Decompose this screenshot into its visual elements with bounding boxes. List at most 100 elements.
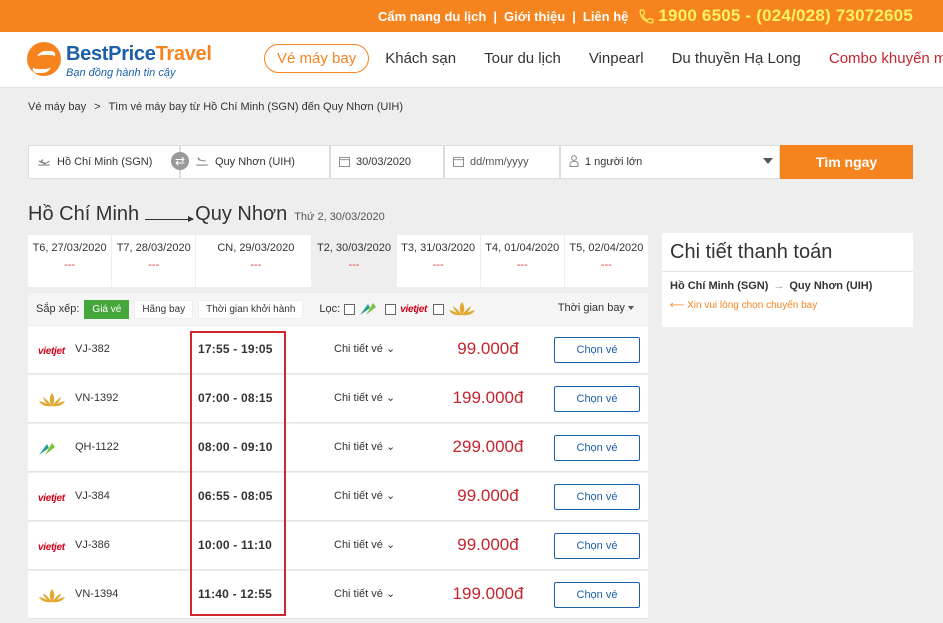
date-tab[interactable]: CN, 29/03/2020 --- [196,235,313,287]
logo-mark-icon [27,42,61,76]
flight-row[interactable]: QH-1122 08:00 - 09:10 Chi tiết vé ⌄ 299.… [28,424,648,472]
flight-code: VJ-382 [75,343,110,355]
header: BestPriceTravel Bạn đồng hành tin cậy Vé… [0,32,943,88]
logo-tagline: Bạn đồng hành tin cậy [66,67,176,79]
payment-note: ⟵ Xin vui lòng chọn chuyến bay [670,300,818,311]
passenger-value: 1 người lớn [585,156,643,168]
nav-item-vinpearl[interactable]: Vinpearl [589,50,644,67]
ticket-detail-toggle[interactable]: Chi tiết vé ⌄ [334,342,395,355]
nav-item-cruise[interactable]: Du thuyền Hạ Long [672,50,801,67]
chevron-down-icon: ⌄ [385,441,396,453]
separator: | [572,8,576,24]
calendar-icon [339,155,350,170]
flight-row[interactable]: VN-1392 07:00 - 08:15 Chi tiết vé ⌄ 199.… [28,375,648,423]
choose-ticket-button[interactable]: Chọn vé [554,337,640,363]
ticket-detail-toggle[interactable]: Chi tiết vé ⌄ [334,391,395,404]
lotus-logo-icon [38,586,78,606]
flight-code: QH-1122 [75,441,119,453]
divider [662,271,913,272]
airline-filter: Lọc: vietjet [319,301,476,317]
return-date-placeholder: dd/mm/yyyy [470,156,529,168]
lotus-logo-icon [449,302,476,316]
vietjet-logo-icon: vietjet [38,541,65,553]
nav-item-flights[interactable]: Vé máy bay [264,43,370,73]
choose-ticket-button[interactable]: Chọn vé [554,435,640,461]
origin-field[interactable]: Hồ Chí Minh (SGN) [28,145,180,179]
date-tab[interactable]: T7, 28/03/2020 --- [112,235,197,287]
filter-vna-checkbox[interactable] [433,303,445,315]
phone-number: 1900 6505 - (024/028) 73072605 [658,6,913,25]
search-button[interactable]: Tìm ngay [780,145,913,179]
vietjet-logo-icon: vietjet [400,303,428,315]
arrow-right-icon: → [773,280,785,292]
flight-price: 99.000đ [457,535,519,554]
hotline[interactable]: 1900 6505 - (024/028) 73072605 [638,6,913,26]
flight-row[interactable]: vietjet VJ-382 17:55 - 19:05 Chi tiết vé… [28,326,648,374]
chevron-down-icon: ⌄ [385,343,396,355]
passenger-select[interactable]: 1 người lớn [560,145,780,179]
lotus-logo-icon [38,390,78,410]
about-link[interactable]: Giới thiệu [504,9,565,24]
ticket-detail-toggle[interactable]: Chi tiết vé ⌄ [334,489,395,502]
choose-ticket-button[interactable]: Chọn vé [554,386,640,412]
guide-link[interactable]: Cẩm nang du lịch [378,9,486,24]
choose-ticket-button[interactable]: Chọn vé [554,484,640,510]
vietjet-logo-icon: vietjet [38,492,65,504]
flight-code: VN-1394 [75,588,119,600]
nav-item-combo[interactable]: Combo khuyến mại [829,50,943,67]
top-bar: Cẩm nang du lịch | Giới thiệu | Liên hệ … [0,0,943,32]
flight-code: VN-1392 [75,392,119,404]
breadcrumb-separator: > [94,101,101,113]
chevron-down-icon: ⌄ [385,392,396,404]
filter-vietjet-checkbox[interactable] [385,303,397,315]
person-icon [569,154,579,170]
depart-date-value: 30/03/2020 [356,156,412,168]
vietjet-logo-icon: vietjet [38,345,65,357]
payment-panel: Chi tiết thanh toán Hồ Chí Minh (SGN) → Qu… [662,233,913,327]
chevron-down-icon: ⌄ [385,490,396,502]
swap-icon[interactable]: ⇄ [171,152,189,170]
bamboo-logo-icon [360,303,377,315]
nav-item-tours[interactable]: Tour du lịch [484,50,561,67]
chevron-down-icon [763,158,773,164]
depart-date-field[interactable]: 30/03/2020 [330,145,444,179]
breadcrumb-home[interactable]: Vé máy bay [28,101,86,113]
sort-flight-time[interactable]: Thời gian bay [558,302,634,314]
top-links: Cẩm nang du lịch | Giới thiệu | Liên hệ … [378,0,913,32]
contact-link[interactable]: Liên hệ [583,9,629,24]
time-highlight-box [190,331,286,616]
arrow-left-icon: ⟵ [670,300,688,311]
choose-ticket-button[interactable]: Chọn vé [554,533,640,559]
route-date: Thứ 2, 30/03/2020 [294,211,385,223]
return-date-field[interactable]: dd/mm/yyyy [444,145,560,179]
filter-bamboo-checkbox[interactable] [344,303,356,315]
route-destination: Quy Nhơn [195,203,288,225]
destination-value: Quy Nhơn (UIH) [215,156,295,168]
date-tab[interactable]: T3, 31/03/2020 --- [397,235,481,287]
payment-title: Chi tiết thanh toán [670,241,833,263]
date-tab-selected[interactable]: T2, 30/03/2020 --- [312,235,397,287]
takeoff-icon [37,155,51,170]
breadcrumb-current: Tìm vé máy bay từ Hồ Chí Minh (SGN) đến … [108,101,403,113]
sort-by-airline[interactable]: Hãng bay [134,299,194,319]
logo-name: BestPriceTravel [66,43,212,65]
ticket-detail-toggle[interactable]: Chi tiết vé ⌄ [334,440,395,453]
sort-by-price[interactable]: Giá vé [84,299,130,319]
arrow-right-icon [145,216,195,222]
flight-price: 299.000đ [452,437,524,456]
date-tab[interactable]: T6, 27/03/2020 --- [28,235,113,287]
sort-by-departure[interactable]: Thời gian khởi hành [198,299,304,319]
flight-row[interactable]: vietjet VJ-386 10:00 - 11:10 Chi tiết vé… [28,522,648,570]
flight-list: vietjet VJ-382 17:55 - 19:05 Chi tiết vé… [28,326,648,623]
flight-row[interactable]: vietjet VJ-384 06:55 - 08:05 Chi tiết vé… [28,473,648,521]
date-tab[interactable]: T5, 02/04/2020 --- [565,235,648,287]
flight-row[interactable]: VN-1394 11:40 - 12:55 Chi tiết vé ⌄ 199.… [28,571,648,619]
ticket-detail-toggle[interactable]: Chi tiết vé ⌄ [334,538,395,551]
date-selector: T6, 27/03/2020 --- T7, 28/03/2020 --- CN, … [28,235,648,287]
nav-item-hotels[interactable]: Khách sạn [385,50,456,67]
destination-field[interactable]: Quy Nhơn (UIH) [180,145,330,179]
date-tab[interactable]: T4, 01/04/2020 --- [481,235,565,287]
choose-ticket-button[interactable]: Chọn vé [554,582,640,608]
ticket-detail-toggle[interactable]: Chi tiết vé ⌄ [334,587,395,600]
logo[interactable]: BestPriceTravel Bạn đồng hành tin cậy [27,41,212,81]
